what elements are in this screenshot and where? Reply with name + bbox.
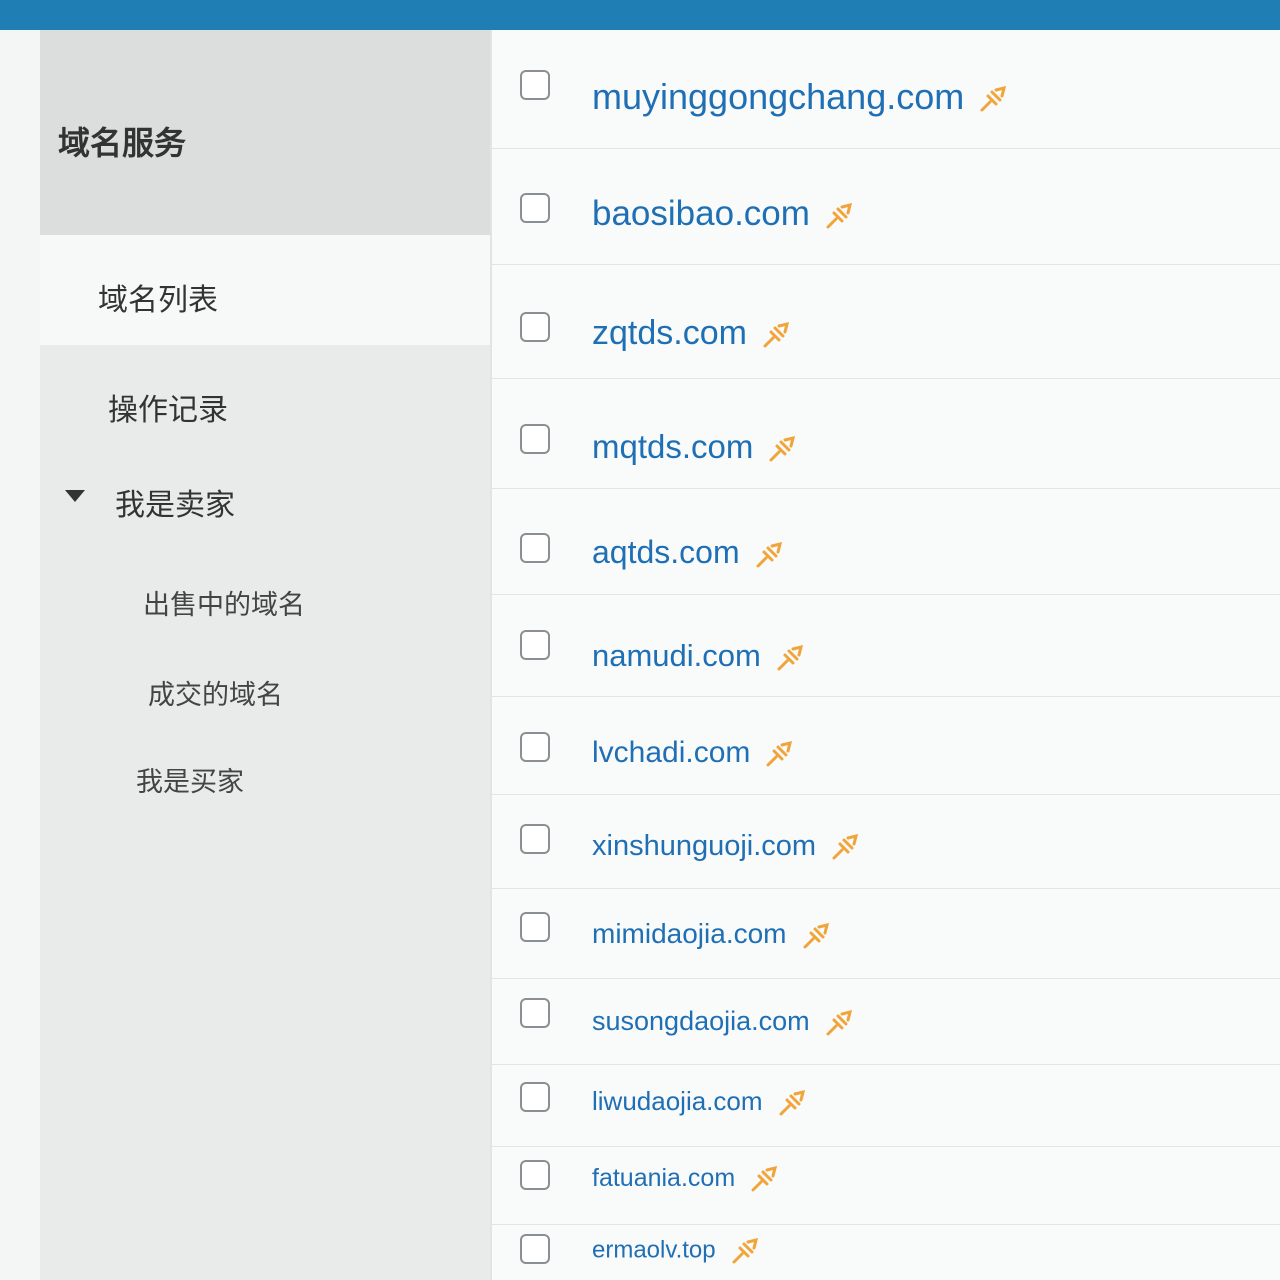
row-checkbox[interactable] [520,998,550,1028]
domain-name: baosibao.com [592,194,810,233]
table-row: xinshunguoji.com [492,794,1280,889]
table-row: namudi.com [492,594,1280,697]
domain-name: mimidaojia.com [592,918,787,949]
row-checkbox[interactable] [520,193,550,223]
domain-list-panel: muyinggongchang.com baosibao.com zqtds.c… [490,30,1280,1280]
sidebar-item-label: 我是买家 [136,767,244,798]
pin-icon[interactable] [749,1164,779,1194]
domain-link[interactable]: mimidaojia.com [592,918,831,951]
row-checkbox[interactable] [520,1234,550,1264]
domain-link[interactable]: xinshunguoji.com [592,830,860,863]
sidebar-item-label: 我是卖家 [115,488,235,523]
sidebar-item-buyer[interactable]: 我是买家 [40,735,490,825]
sidebar-header: 域名服务 [40,30,490,255]
domain-name: lvchadi.com [592,736,751,769]
row-checkbox[interactable] [520,70,550,100]
sidebar-item-domain-list[interactable]: 域名列表 [40,235,490,345]
row-checkbox[interactable] [520,312,550,342]
row-checkbox[interactable] [520,630,550,660]
row-checkbox[interactable] [520,424,550,454]
row-checkbox[interactable] [520,1160,550,1190]
domain-link[interactable]: fatuania.com [592,1164,779,1194]
pin-icon[interactable] [764,739,794,769]
pin-icon[interactable] [824,201,854,231]
row-checkbox[interactable] [520,533,550,563]
table-row: fatuania.com [492,1146,1280,1225]
domain-name: susongdaojia.com [592,1006,810,1036]
domain-name: fatuania.com [592,1164,736,1192]
sidebar-item-seller[interactable]: 我是卖家 [40,455,490,555]
domain-name: xinshunguoji.com [592,830,817,862]
table-row: mqtds.com [492,378,1280,489]
domain-link[interactable]: baosibao.com [592,194,854,234]
domain-name: ermaolv.top [592,1236,716,1264]
domain-link[interactable]: aqtds.com [592,534,784,571]
pin-icon[interactable] [761,320,791,350]
domain-name: liwudaojia.com [592,1086,763,1116]
pin-icon[interactable] [767,434,797,464]
table-row: liwudaojia.com [492,1064,1280,1147]
domain-link[interactable]: ermaolv.top [592,1236,760,1266]
table-row: lvchadi.com [492,696,1280,795]
domain-name: mqtds.com [592,428,754,465]
sidebar: 域名服务 域名列表 操作记录 我是卖家 出售中的域名 成交的域名 我是买家 [40,30,490,1280]
pin-icon[interactable] [777,1088,807,1118]
row-checkbox[interactable] [520,824,550,854]
table-row: muyinggongchang.com [492,30,1280,149]
sidebar-item-label: 操作记录 [108,393,228,428]
sidebar-item-label: 域名列表 [98,283,218,318]
sidebar-item-sold-domains[interactable]: 成交的域名 [40,645,490,735]
table-row: aqtds.com [492,488,1280,595]
table-row: mimidaojia.com [492,888,1280,979]
domain-link[interactable]: susongdaojia.com [592,1006,854,1038]
pin-icon[interactable] [775,643,805,673]
domain-link[interactable]: mqtds.com [592,428,797,466]
domain-link[interactable]: lvchadi.com [592,736,794,770]
pin-icon[interactable] [754,540,784,570]
domain-link[interactable]: zqtds.com [592,314,791,353]
sidebar-item-label: 出售中的域名 [143,590,305,621]
pin-icon[interactable] [824,1008,854,1038]
pin-icon[interactable] [830,832,860,862]
pin-icon[interactable] [978,84,1008,114]
sidebar-title: 域名服务 [58,124,187,162]
table-row: zqtds.com [492,264,1280,379]
sidebar-item-label: 成交的域名 [148,680,283,711]
domain-link[interactable]: namudi.com [592,638,805,674]
sidebar-item-operation-log[interactable]: 操作记录 [40,345,490,455]
domain-name: aqtds.com [592,534,740,570]
pin-icon[interactable] [730,1236,760,1266]
domain-name: muyinggongchang.com [592,76,965,117]
domain-name: namudi.com [592,638,761,673]
table-row: ermaolv.top [492,1224,1280,1280]
pin-icon[interactable] [801,921,831,951]
row-checkbox[interactable] [520,1082,550,1112]
row-checkbox[interactable] [520,732,550,762]
domain-link[interactable]: muyinggongchang.com [592,76,1008,118]
app-window: 域名服务 域名列表 操作记录 我是卖家 出售中的域名 成交的域名 我是买家 mu… [0,30,1280,1280]
caret-down-icon [65,490,85,502]
domain-name: zqtds.com [592,314,747,352]
sidebar-item-domains-for-sale[interactable]: 出售中的域名 [40,555,490,645]
table-row: susongdaojia.com [492,978,1280,1065]
domain-link[interactable]: liwudaojia.com [592,1086,807,1118]
table-row: baosibao.com [492,148,1280,265]
row-checkbox[interactable] [520,912,550,942]
